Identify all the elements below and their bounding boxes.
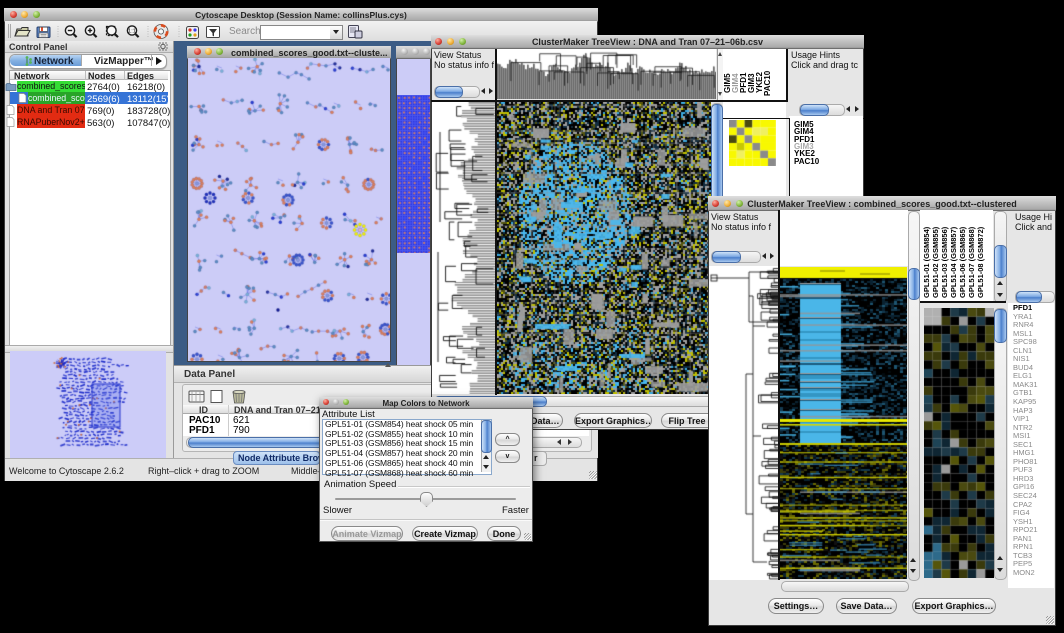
svg-text:1:1: 1:1 [128, 29, 136, 35]
